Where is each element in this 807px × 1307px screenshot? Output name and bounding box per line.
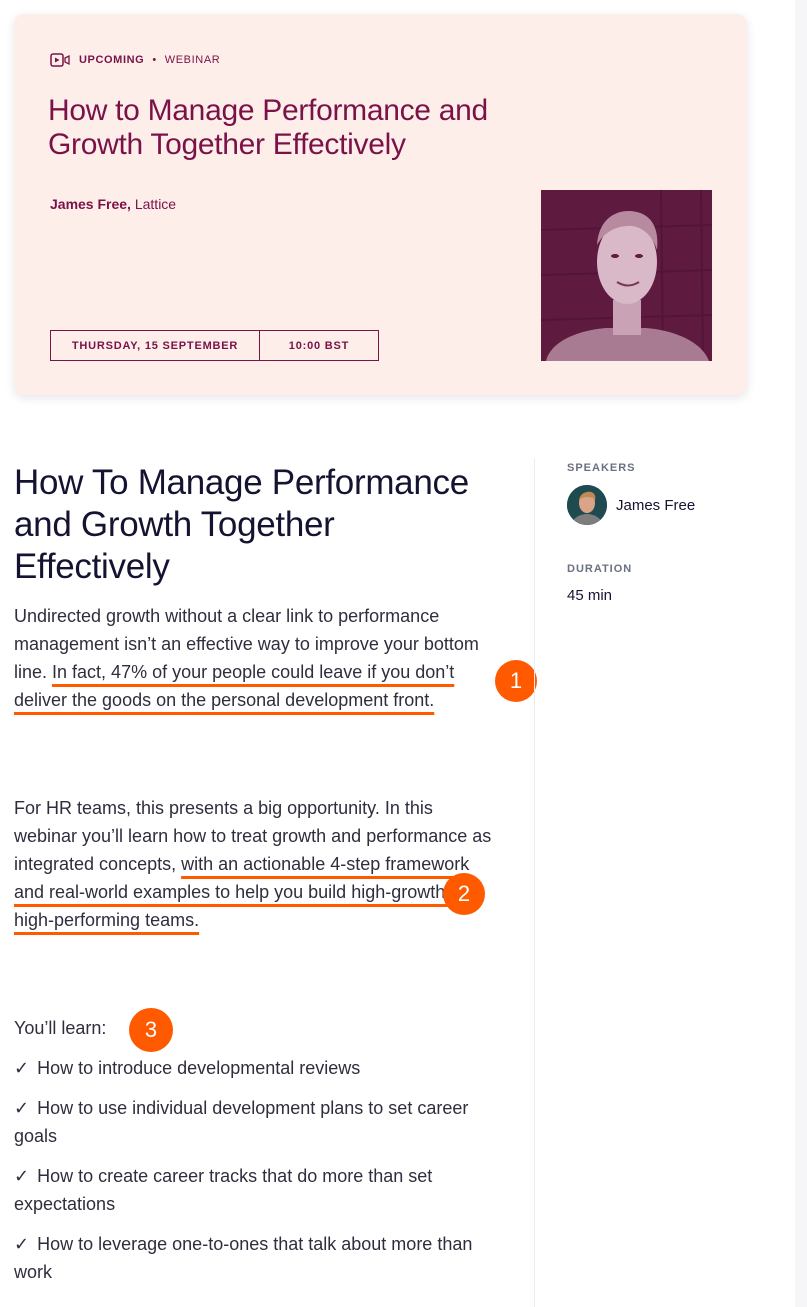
speaker-avatar xyxy=(567,485,607,525)
webinar-eyebrow: UPCOMING • WEBINAR xyxy=(50,53,220,67)
hero-speaker-company: Lattice xyxy=(134,196,177,212)
event-datetime: THURSDAY, 15 SEPTEMBER 10:00 BST xyxy=(50,330,379,361)
annotation-badge-2: 2 xyxy=(443,873,485,915)
speaker-item[interactable]: James Free xyxy=(567,485,695,525)
check-icon: ✓ xyxy=(14,1234,30,1254)
speaker-photo xyxy=(541,190,712,361)
learn-label: You’ll learn: xyxy=(14,1018,107,1038)
hero-speaker: James Free, Lattice xyxy=(50,196,176,212)
learn-item-text: How to use individual development plans … xyxy=(14,1098,469,1146)
learn-item-text: How to introduce developmental reviews xyxy=(37,1058,361,1078)
event-time: 10:00 BST xyxy=(288,339,350,352)
hero-title: How to Manage Performance and Growth Tog… xyxy=(48,94,488,161)
article-title: How To Manage Performance and Growth Tog… xyxy=(14,463,469,586)
status-label: UPCOMING xyxy=(79,54,145,66)
learn-item: ✓ How to introduce developmental reviews xyxy=(14,1054,484,1082)
speaker-name: James Free xyxy=(616,496,696,514)
check-icon: ✓ xyxy=(14,1058,30,1078)
learn-item: ✓ How to use individual development plans… xyxy=(14,1094,484,1150)
scrollbar-track[interactable] xyxy=(795,0,807,1307)
annotation-badge-3: 3 xyxy=(129,1008,173,1052)
separator: • xyxy=(152,54,157,66)
duration-label: DURATION xyxy=(567,563,633,575)
learn-item: ✓ How to create career tracks that do mor… xyxy=(14,1162,484,1218)
type-label: WEBINAR xyxy=(164,54,221,66)
learn-item-text: How to leverage one-to-ones that talk ab… xyxy=(14,1234,473,1282)
hero-speaker-name: James Free, xyxy=(50,196,131,212)
opportunity-paragraph: For HR teams, this presents a big opport… xyxy=(14,794,494,934)
column-divider xyxy=(534,458,535,1307)
annotation-badge-1: 1 xyxy=(495,660,537,702)
intro-paragraph: Undirected growth without a clear link t… xyxy=(14,602,494,714)
webinar-hero-card: UPCOMING • WEBINAR How to Manage Perform… xyxy=(14,14,747,395)
event-date: THURSDAY, 15 SEPTEMBER xyxy=(51,331,260,360)
duration-value: 45 min xyxy=(567,587,613,604)
speakers-label: SPEAKERS xyxy=(567,462,636,474)
learn-item-text: How to create career tracks that do more… xyxy=(14,1166,433,1214)
learn-item: ✓ How to leverage one-to-ones that talk a… xyxy=(14,1230,484,1286)
intro-highlighted-text: In fact, 47% of your people could leave … xyxy=(14,662,455,710)
check-icon: ✓ xyxy=(14,1166,30,1186)
video-icon xyxy=(50,53,72,67)
check-icon: ✓ xyxy=(14,1098,30,1118)
webinar-page: UPCOMING • WEBINAR How to Manage Perform… xyxy=(0,0,795,1307)
learn-list: ✓ How to introduce developmental reviews … xyxy=(14,1054,484,1298)
